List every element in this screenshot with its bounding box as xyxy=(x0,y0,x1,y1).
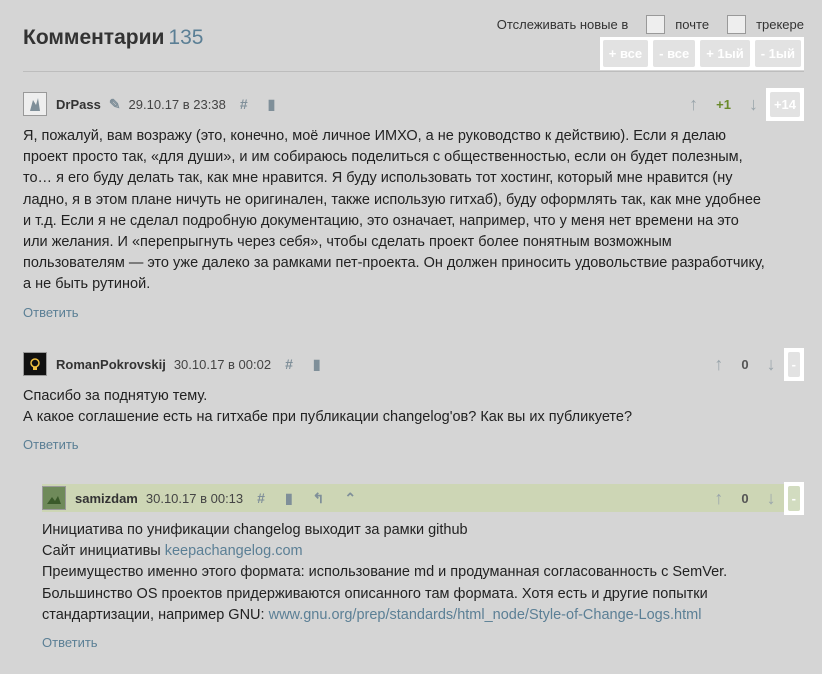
comment-author[interactable]: RomanPokrovskij xyxy=(56,357,166,372)
landscape-avatar-icon xyxy=(47,496,61,504)
comment-date: 29.10.17 в 23:38 xyxy=(128,96,226,112)
parent-link-icon[interactable]: ↰ xyxy=(313,490,325,507)
comment-line: Я, пожалуй, вам возражу (это, конечно, м… xyxy=(23,128,726,144)
comment-line: то… я его буду делать так, как мне нрави… xyxy=(23,170,733,187)
arrow-down-icon[interactable]: ↓ xyxy=(767,354,776,375)
arrow-up-icon[interactable]: ↑ xyxy=(689,94,698,115)
drpass-avatar-icon xyxy=(30,98,40,111)
comment: DrPass ✎ 29.10.17 в 23:38 # ▮ ↑ +1 ↓ +14… xyxy=(23,87,804,322)
reply-link[interactable]: Ответить xyxy=(23,305,79,320)
bookmark-icon[interactable]: ▮ xyxy=(268,96,276,113)
comment-body: Инициатива по унификации changelog выход… xyxy=(42,520,804,626)
comments-title: Комментарии 135 xyxy=(23,26,203,50)
comments-title-text: Комментарии xyxy=(23,26,165,49)
comment-author[interactable]: DrPass xyxy=(56,97,101,112)
bookmark-icon[interactable]: ▮ xyxy=(285,490,293,507)
hash-icon[interactable]: # xyxy=(257,490,265,506)
vote-count: 0 xyxy=(741,356,749,372)
chevron-up-icon[interactable]: ⌃ xyxy=(344,490,356,507)
tracker-option-label: трекере xyxy=(756,16,804,32)
mail-option-label: почте xyxy=(675,16,710,32)
score-badge: - xyxy=(787,485,800,511)
comment-line: пользователям — это уже далеко за рамкам… xyxy=(23,255,765,272)
expand-first-button[interactable]: + 1ый xyxy=(700,40,750,67)
reply-link[interactable]: Ответить xyxy=(42,635,98,650)
comment-line: Спасибо за поднятую тему. xyxy=(23,388,208,404)
score-box: +14 xyxy=(765,87,804,121)
hash-icon[interactable]: # xyxy=(285,356,293,372)
arrow-up-icon[interactable]: ↑ xyxy=(714,488,723,509)
gnu-link[interactable]: www.gnu.org/prep/standards/html_node/Sty… xyxy=(269,607,702,623)
comment-meta: RomanPokrovskij 30.10.17 в 00:02 # ▮ ↑ 0… xyxy=(23,347,804,381)
comment-line: Преимущество именно этого формата: испол… xyxy=(42,564,728,581)
comment-meta: DrPass ✎ 29.10.17 в 23:38 # ▮ ↑ +1 ↓ +14 xyxy=(23,87,804,121)
collapse-first-button[interactable]: - 1ый xyxy=(754,40,801,67)
expand-all-button[interactable]: + все xyxy=(602,40,649,67)
lightbulb-avatar-icon xyxy=(30,358,40,370)
vote-count: 0 xyxy=(741,490,749,506)
comment-body: Спасибо за поднятую тему. А какое соглаш… xyxy=(23,386,804,428)
vote-count: +1 xyxy=(716,96,731,112)
keepachangelog-link[interactable]: keepachangelog.com xyxy=(165,543,303,559)
avatar[interactable] xyxy=(23,92,47,116)
avatar[interactable] xyxy=(42,486,66,510)
header-divider xyxy=(23,71,804,72)
comment-line: Сайт инициативы keepachangelog.com xyxy=(42,541,804,562)
score-box: - xyxy=(783,347,804,381)
comment-body: Я, пожалуй, вам возражу (это, конечно, м… xyxy=(23,126,804,296)
comment-line-text: Сайт инициативы xyxy=(42,543,161,560)
score-badge: - xyxy=(787,351,800,377)
comment-line: Большинство OS проектов придерживаются о… xyxy=(42,585,708,602)
comment-author[interactable]: samizdam xyxy=(75,491,138,506)
comment-date: 30.10.17 в 00:02 xyxy=(173,356,272,372)
expand-controls: + все - все + 1ый - 1ый xyxy=(599,37,804,70)
comment-line: Инициатива по унификации changelog выход… xyxy=(42,522,468,538)
comment-line: проект просто так, «для души», и им соби… xyxy=(23,149,743,166)
comment-line: стандартизации, например GNU: www.gnu.or… xyxy=(42,605,804,626)
score-badge: +14 xyxy=(769,91,800,117)
hash-icon[interactable]: # xyxy=(240,96,248,112)
pencil-icon: ✎ xyxy=(108,95,121,112)
comment-line-text: стандартизации, например GNU: xyxy=(42,606,265,623)
comment-meta: samizdam 30.10.17 в 00:13 # ▮ ↰ ⌃ ↑ 0 ↓ … xyxy=(42,481,804,515)
comment: RomanPokrovskij 30.10.17 в 00:02 # ▮ ↑ 0… xyxy=(23,347,804,454)
comment-line: или желания. И «перепрыгнуть через себя»… xyxy=(23,234,672,251)
reply-link[interactable]: Ответить xyxy=(23,437,79,452)
comments-count: 135 xyxy=(168,26,204,49)
comment-line: и т.д. Если я не сделал подробную докуме… xyxy=(23,212,739,229)
tracker-checkbox[interactable] xyxy=(727,15,747,34)
bookmark-icon[interactable]: ▮ xyxy=(313,356,321,373)
comment-line: А какое соглашение есть на гитхабе при п… xyxy=(23,409,633,426)
tracking-options: Отслеживать новые в почте трекере xyxy=(497,15,804,34)
comment-line: ладно, я в этом плане ничуть не оригинал… xyxy=(23,191,761,208)
mail-checkbox[interactable] xyxy=(646,15,666,34)
arrow-down-icon[interactable]: ↓ xyxy=(767,488,776,509)
score-box: - xyxy=(783,481,804,515)
avatar[interactable] xyxy=(23,352,47,376)
comment-date: 30.10.17 в 00:13 xyxy=(145,490,244,506)
collapse-all-button[interactable]: - все xyxy=(653,40,696,67)
arrow-down-icon[interactable]: ↓ xyxy=(749,94,758,115)
comment-reply: samizdam 30.10.17 в 00:13 # ▮ ↰ ⌃ ↑ 0 ↓ … xyxy=(42,481,804,652)
comment-line: а не быть рутиной. xyxy=(23,276,151,293)
tracking-label: Отслеживать новые в xyxy=(496,16,629,32)
arrow-up-icon[interactable]: ↑ xyxy=(714,354,723,375)
